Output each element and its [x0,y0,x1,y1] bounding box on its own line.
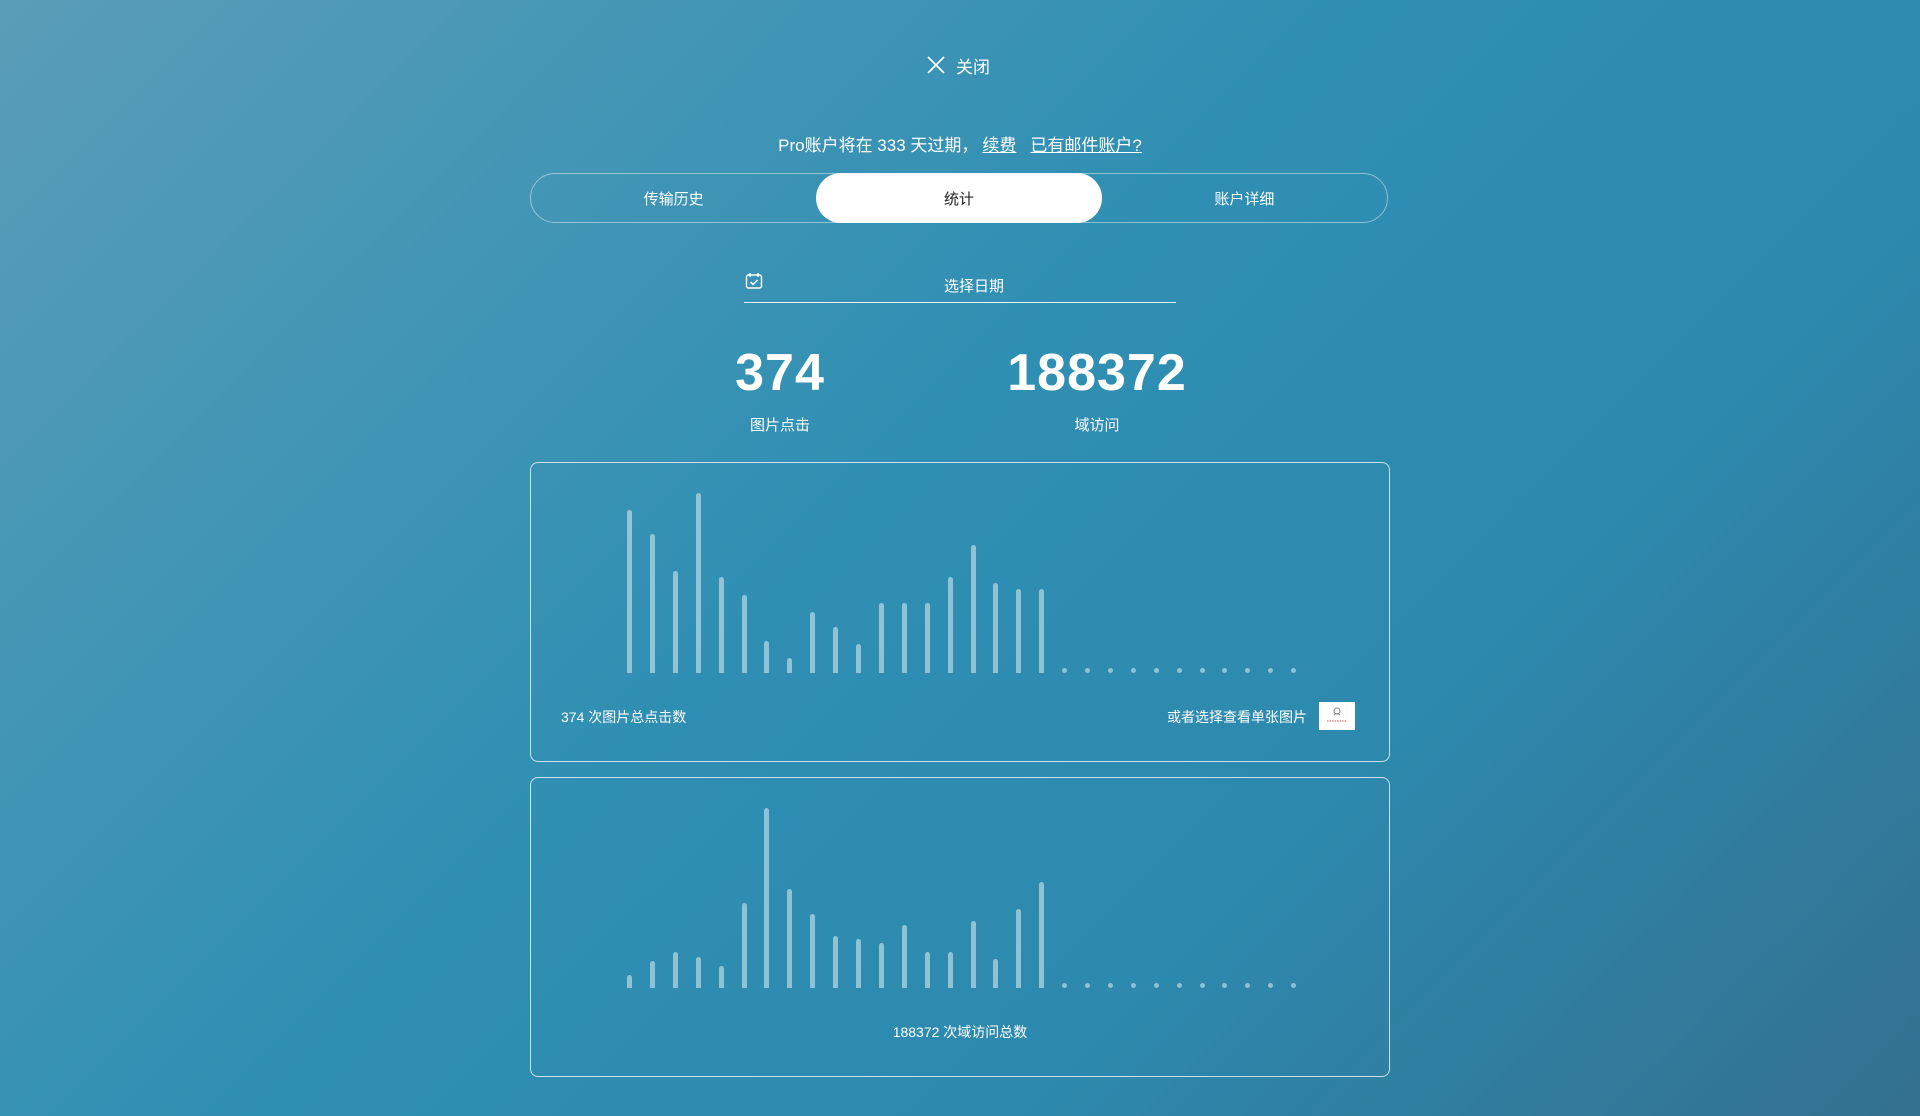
domain-visits-value: 188372 [1007,344,1187,402]
select-single-image-label[interactable]: 或者选择查看单张图片 [1167,707,1307,727]
domain-visits-total: 188372 次域访问总数 [892,1024,1028,1040]
chart-bar-empty [1291,668,1297,673]
renew-link[interactable]: 续费 [982,136,1016,155]
chart-bar [741,902,747,988]
image-clicks-total: 374 次图片总点击数 [561,709,687,725]
chart-bar-empty [1199,668,1205,673]
chart-bar-empty [1268,668,1274,673]
domain-visits-panel: 188372 次域访问总数 [530,777,1390,1077]
chart-bar [787,658,793,673]
chart-bar [1039,882,1045,988]
chart-bar-empty [1222,668,1228,673]
image-clicks-label: 图片点击 [749,417,810,434]
tab-bar: 传输历史 统计 账户详细 [530,173,1388,223]
chart-bar [970,920,976,988]
chart-bar [695,493,701,673]
chart-bar [947,952,953,988]
chart-bar-empty [1199,983,1205,988]
chart-bar [924,952,930,988]
chart-bar [833,626,839,673]
close-icon [926,55,946,75]
chart-bar-empty [1107,668,1113,673]
chart-bar-empty [1107,983,1113,988]
chart-bar-empty [1291,983,1297,988]
chart-bar [741,594,747,673]
email-account-link[interactable]: 已有邮件账户? [1030,136,1141,155]
chart-bar [810,612,816,673]
tab-statistics[interactable]: 统计 [816,173,1102,223]
chart-bar [764,808,770,988]
chart-bar [878,603,884,673]
chart-bar [947,577,953,673]
chart-bar [649,533,655,673]
chart-bar-empty [1268,983,1274,988]
chart-bar [627,974,632,988]
chart-bar [970,545,976,673]
chart-bar-empty [1130,983,1136,988]
domain-visits-stat: 188372 域访问 [967,340,1227,435]
chart-bar-empty [1153,668,1159,673]
image-clicks-panel: 374 次图片总点击数 或者选择查看单张图片 [530,462,1390,762]
chart-bar [764,641,770,673]
chart-bar-empty [1245,668,1251,673]
chart-bar [924,603,930,673]
domain-visits-chart [531,778,1389,1038]
tab-account-details[interactable]: 账户详细 [1102,174,1387,222]
chart-bar [993,958,999,988]
chart-bar [810,913,816,988]
chart-bar-empty [1245,983,1251,988]
expiry-text: Pro账户将在 333 天过期， [778,136,979,155]
chart-bar-empty [1062,983,1068,988]
chart-bar-empty [1130,668,1136,673]
chart-bar [1016,909,1022,988]
chart-bar-empty [1085,668,1090,673]
chart-bar-empty [1085,983,1090,988]
chart-bar-empty [1153,983,1159,988]
chart-bar [856,643,861,673]
image-clicks-value: 374 [735,344,825,402]
chart-bar [627,510,632,673]
chart-bar-empty [1222,983,1228,988]
chart-bar [833,936,839,988]
date-picker[interactable]: 选择日期 [744,268,1176,303]
chart-bar [993,583,999,673]
chart-bar-empty [1176,668,1182,673]
close-label: 关闭 [956,57,990,77]
calendar-icon [745,272,763,295]
chart-bar [901,603,907,673]
tab-transfer-history[interactable]: 传输历史 [531,174,816,222]
chart-bar [695,956,701,988]
chart-bar [1016,588,1022,673]
chart-bar-empty [1062,668,1068,673]
expiry-notice: Pro账户将在 333 天过期， 续费 已有邮件账户? [0,131,1920,156]
chart-bar [672,571,678,673]
chart-bar [901,925,907,988]
chart-bar [1039,588,1045,673]
chart-bar-empty [1176,983,1182,988]
chart-bar [649,961,655,988]
chart-bar [672,952,678,988]
image-thumbnail[interactable] [1319,702,1355,730]
domain-visits-label: 域访问 [1074,417,1120,434]
chart-bar [718,965,724,988]
chart-bar [787,889,793,988]
chart-bar [718,577,724,673]
chart-bar [878,943,884,988]
date-picker-label: 选择日期 [943,277,1004,295]
close-button[interactable]: 关闭 [926,50,990,80]
image-clicks-stat: 374 图片点击 [650,340,910,435]
chart-bar [856,938,861,988]
image-clicks-chart [531,463,1389,723]
